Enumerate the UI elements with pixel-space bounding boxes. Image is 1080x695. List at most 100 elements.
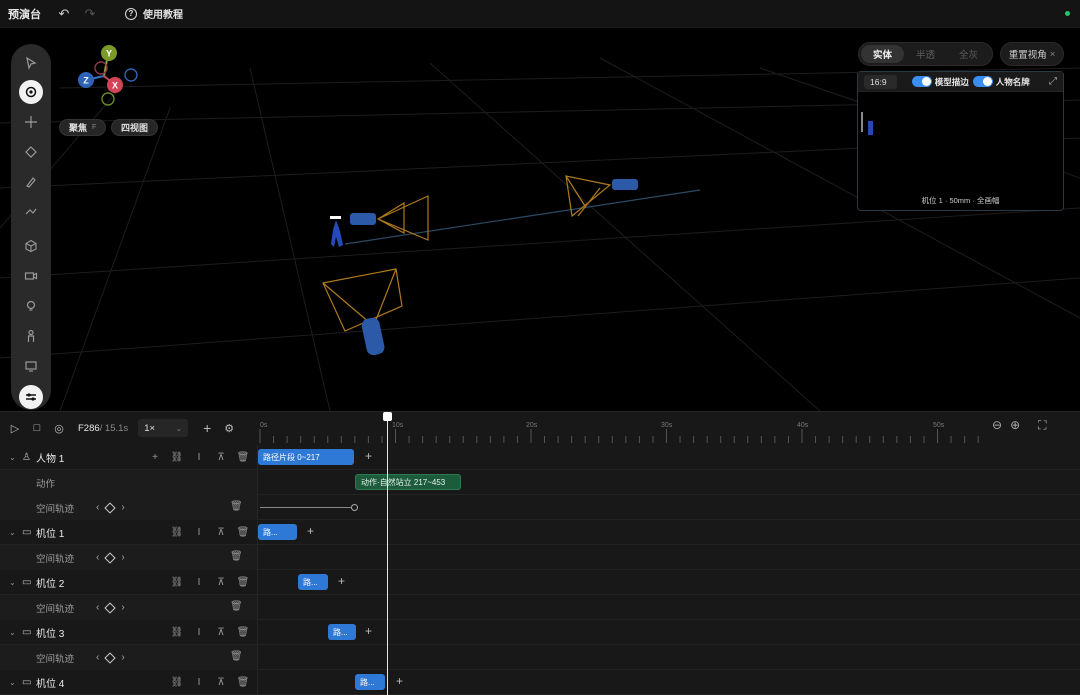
play-icon[interactable]: ▷: [4, 417, 26, 439]
delete-icon[interactable]: 🗑: [230, 551, 243, 562]
mode-translucent[interactable]: 半透: [904, 45, 947, 63]
rotate-icon[interactable]: [19, 140, 43, 164]
select-icon[interactable]: [19, 51, 43, 75]
collapse-icon[interactable]: ⌄: [9, 678, 19, 687]
next-keyframe-icon[interactable]: ›: [121, 552, 124, 563]
keyframe-icon[interactable]: [104, 501, 117, 514]
track-row-person-1[interactable]: ⌄ ♙ 人物 1 + ⛓ I ⊼ 🗑 路径片段 0~217 +: [0, 445, 1080, 470]
path-clip[interactable]: 路径片段 0~217: [258, 449, 354, 465]
delete-icon[interactable]: 🗑: [232, 577, 254, 588]
delete-icon[interactable]: 🗑: [232, 527, 254, 538]
add-icon[interactable]: +: [144, 452, 166, 463]
pin-icon[interactable]: ⊼: [210, 452, 232, 463]
delete-icon[interactable]: 🗑: [232, 677, 254, 688]
link-icon[interactable]: ⛓: [166, 452, 188, 463]
zoom-out-icon[interactable]: ⊖: [992, 418, 1002, 433]
camera-3-model[interactable]: [322, 268, 403, 356]
add-clip-icon[interactable]: +: [365, 624, 372, 638]
track-row-spatial-path[interactable]: 空间轨迹 ‹ › 🗑: [0, 495, 1080, 520]
screen-icon[interactable]: [19, 354, 43, 378]
camera-1-path-clip[interactable]: 路...: [258, 524, 297, 540]
keyframe-dot[interactable]: [351, 504, 358, 511]
keyframe-icon[interactable]: [104, 551, 117, 564]
camera-4-path-clip[interactable]: 路...: [355, 674, 385, 690]
text-cursor-icon[interactable]: I: [188, 677, 210, 688]
track-row-spatial-path[interactable]: 空间轨迹 ‹ › 🗑: [0, 595, 1080, 620]
add-clip-icon[interactable]: +: [396, 674, 403, 688]
keyframe-icon[interactable]: [104, 651, 117, 664]
add-icon[interactable]: +: [196, 417, 218, 439]
track-lane[interactable]: [258, 545, 1080, 570]
track-lane[interactable]: 路径片段 0~217 +: [258, 445, 1080, 470]
fullscreen-icon[interactable]: ⛶: [1038, 418, 1046, 433]
add-clip-icon[interactable]: +: [338, 574, 345, 588]
track-row-spatial-path[interactable]: 空间轨迹 ‹ › 🗑: [0, 545, 1080, 570]
pin-icon[interactable]: ⊼: [210, 527, 232, 538]
link-icon[interactable]: ⛓: [166, 527, 188, 538]
collapse-icon[interactable]: ⌄: [9, 453, 19, 462]
text-cursor-icon[interactable]: I: [188, 527, 210, 538]
move-icon[interactable]: [19, 110, 43, 134]
link-icon[interactable]: ⛓: [166, 677, 188, 688]
text-cursor-icon[interactable]: I: [188, 577, 210, 588]
focus-button[interactable]: 聚焦 F: [59, 119, 107, 136]
track-lane[interactable]: 路... +: [258, 570, 1080, 595]
time-ruler[interactable]: 0s 10s 20s 30s 40s 50s: [258, 412, 988, 444]
collapse-icon[interactable]: ⌄: [9, 628, 19, 637]
track-lane[interactable]: [258, 495, 1080, 520]
settings-icon[interactable]: [19, 385, 43, 409]
keyframe-icon[interactable]: [104, 601, 117, 614]
track-row-camera-2[interactable]: ⌄ ▭ 机位 2 ⛓ I ⊼ 🗑 路... +: [0, 570, 1080, 595]
zoom-in-icon[interactable]: ⊕: [1010, 418, 1020, 433]
camera-2-path-clip[interactable]: 路...: [298, 574, 328, 590]
mode-solid[interactable]: 实体: [861, 45, 904, 63]
person-1-model[interactable]: [330, 216, 343, 247]
redo-icon[interactable]: ↷: [81, 5, 99, 23]
track-lane[interactable]: [258, 595, 1080, 620]
nameplate-toggle[interactable]: [972, 76, 993, 87]
track-lane[interactable]: 路... +: [258, 620, 1080, 645]
collapse-icon[interactable]: ⌄: [9, 578, 19, 587]
add-clip-icon[interactable]: +: [307, 524, 314, 538]
action-clip[interactable]: 动作·自然站立 217~453: [355, 474, 461, 490]
track-row-camera-1[interactable]: ⌄ ▭ 机位 1 ⛓ I ⊼ 🗑 路... +: [0, 520, 1080, 545]
prev-keyframe-icon[interactable]: ‹: [96, 502, 99, 513]
next-keyframe-icon[interactable]: ›: [121, 502, 124, 513]
track-row-camera-3[interactable]: ⌄ ▭ 机位 3 ⛓ I ⊼ 🗑 路... +: [0, 620, 1080, 645]
text-cursor-icon[interactable]: I: [188, 627, 210, 638]
delete-icon[interactable]: 🗑: [230, 601, 243, 612]
speed-select[interactable]: 1× ⌄: [138, 419, 189, 437]
track-lane[interactable]: 路... +: [258, 670, 1080, 695]
outline-toggle[interactable]: [911, 76, 932, 87]
next-keyframe-icon[interactable]: ›: [121, 602, 124, 613]
track-lane[interactable]: 动作·自然站立 217~453: [258, 470, 1080, 495]
track-settings-icon[interactable]: ⚙: [218, 417, 240, 439]
prev-keyframe-icon[interactable]: ‹: [96, 602, 99, 613]
reset-view-button[interactable]: 重置视角 ×: [1000, 42, 1064, 66]
prev-keyframe-icon[interactable]: ‹: [96, 652, 99, 663]
delete-icon[interactable]: 🗑: [232, 627, 254, 638]
text-cursor-icon[interactable]: I: [188, 452, 210, 463]
next-keyframe-icon[interactable]: ›: [121, 652, 124, 663]
four-view-button[interactable]: 四视图: [111, 119, 159, 136]
track-row-camera-4[interactable]: ⌄ ▭ 机位 4 ⛓ I ⊼ 🗑 路... +: [0, 670, 1080, 695]
light-icon[interactable]: [19, 294, 43, 318]
mode-gray[interactable]: 全灰: [947, 45, 990, 63]
collapse-icon[interactable]: ⌄: [9, 528, 19, 537]
camera-2-model[interactable]: [565, 175, 638, 218]
pen-icon[interactable]: [19, 170, 43, 194]
track-lane[interactable]: 路... +: [258, 520, 1080, 545]
track-lane[interactable]: [258, 645, 1080, 670]
axis-gizmo[interactable]: Y Z X: [70, 44, 140, 108]
link-icon[interactable]: ⛓: [166, 627, 188, 638]
help-button[interactable]: ? 使用教程: [125, 6, 183, 21]
delete-icon[interactable]: 🗑: [230, 501, 243, 512]
playhead-handle[interactable]: [383, 412, 392, 421]
camera-icon[interactable]: [19, 264, 43, 288]
target-icon[interactable]: ◎: [48, 417, 70, 439]
stop-icon[interactable]: □: [26, 417, 48, 439]
delete-icon[interactable]: 🗑: [232, 452, 254, 463]
undo-icon[interactable]: ↶: [55, 5, 73, 23]
prev-keyframe-icon[interactable]: ‹: [96, 552, 99, 563]
playhead[interactable]: [387, 412, 388, 695]
